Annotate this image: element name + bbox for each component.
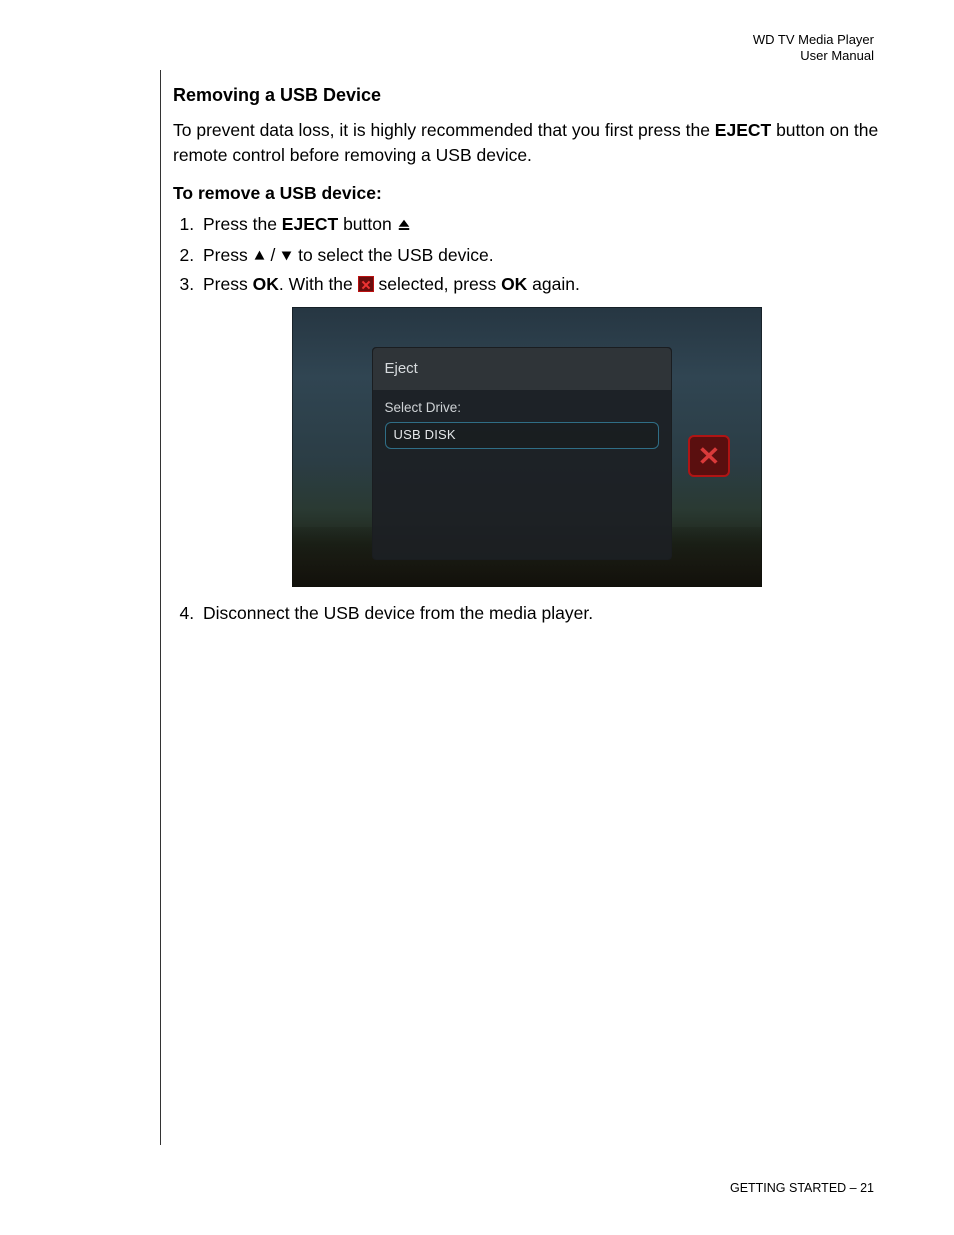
arrow-down-icon [280,244,293,269]
procedure-subhead: To remove a USB device: [173,181,880,206]
step-3-mid1: . With the [279,274,358,294]
step-3-pre: Press [203,274,253,294]
eject-dialog: Eject Select Drive: USB DISK [372,347,672,559]
section-title: Removing a USB Device [173,82,880,108]
step-2-pre: Press [203,245,253,265]
step-3: Press OK. With the selected, press OK ag… [199,272,880,297]
close-icon [358,276,374,292]
close-icon: ✕ [697,443,720,469]
content-column: Removing a USB Device To prevent data lo… [160,70,880,1145]
close-dialog-button[interactable]: ✕ [688,435,730,477]
page-footer: GETTING STARTED – 21 [730,1181,874,1195]
footer-section: GETTING STARTED [730,1181,846,1195]
step-2-post: to select the USB device. [298,245,494,265]
eject-icon [397,214,411,239]
drive-select-field[interactable]: USB DISK [385,422,659,449]
eject-dialog-body: Select Drive: USB DISK [373,390,671,448]
procedure-steps: Press the EJECT button Press / to select… [179,212,880,297]
intro-text-pre: To prevent data loss, it is highly recom… [173,120,715,140]
eject-dialog-screenshot: Eject Select Drive: USB DISK ✕ [292,307,762,587]
step-1-pre: Press the [203,214,282,234]
arrow-up-icon [253,244,266,269]
step-2-sep: / [266,245,281,265]
step-3-ok-2: OK [501,274,527,294]
step-1-post: button [338,214,396,234]
product-header: WD TV Media Player User Manual [753,32,874,65]
step-1: Press the EJECT button [199,212,880,239]
procedure-steps-cont: Disconnect the USB device from the media… [179,601,880,626]
eject-dialog-title: Eject [373,348,671,390]
footer-sep: – [846,1181,860,1195]
intro-paragraph: To prevent data loss, it is highly recom… [173,118,880,169]
select-drive-label: Select Drive: [385,398,659,418]
footer-page: 21 [860,1181,874,1195]
intro-eject-bold: EJECT [715,120,771,140]
step-3-post: again. [527,274,580,294]
step-4: Disconnect the USB device from the media… [199,601,880,626]
step-1-eject-bold: EJECT [282,214,338,234]
step-3-mid2: selected, press [374,274,501,294]
step-2: Press / to select the USB device. [199,243,880,269]
doc-type: User Manual [753,48,874,64]
product-name: WD TV Media Player [753,32,874,48]
step-3-ok-1: OK [253,274,279,294]
